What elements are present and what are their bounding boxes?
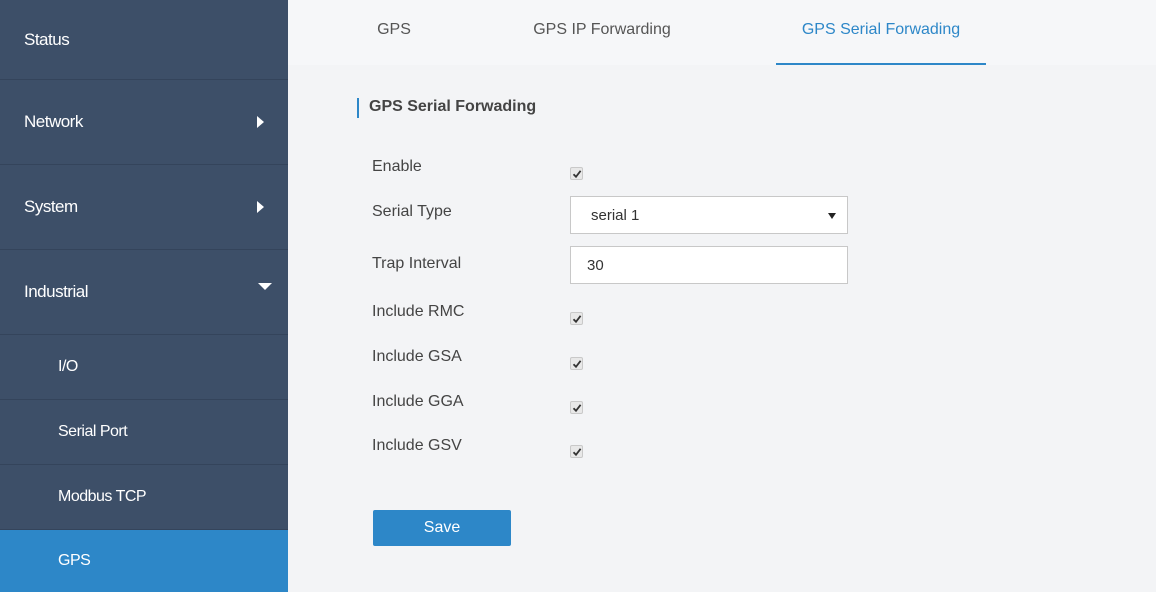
trap-interval-input[interactable]: 30 — [570, 246, 848, 284]
tab-label: GPS — [377, 21, 411, 38]
sidebar-item-system[interactable]: System — [0, 165, 288, 250]
include-gga-checkbox[interactable] — [570, 401, 583, 414]
trap-interval-label: Trap Interval — [372, 255, 462, 272]
sidebar-item-gps[interactable]: GPS — [0, 530, 288, 592]
caret-down-icon — [828, 213, 836, 219]
include-gsv-checkbox[interactable] — [570, 445, 583, 458]
trap-interval-value: 30 — [587, 257, 604, 274]
include-gsa-checkbox[interactable] — [570, 357, 583, 370]
sidebar-item-label: Status — [24, 29, 70, 49]
sidebar-item-label: Serial Port — [58, 423, 128, 440]
include-rmc-checkbox[interactable] — [570, 312, 583, 325]
sidebar-item-label: GPS — [58, 552, 91, 569]
include-gsv-label: Include GSV — [372, 437, 462, 454]
tab-gps-serial-forwading[interactable]: GPS Serial Forwading — [776, 0, 986, 65]
sidebar-item-network[interactable]: Network — [0, 80, 288, 165]
serial-type-value: serial 1 — [591, 207, 640, 224]
sidebar-item-status[interactable]: Status — [0, 0, 288, 80]
tab-label: GPS IP Forwarding — [533, 21, 671, 38]
section-accent-bar — [357, 98, 359, 118]
sidebar-item-serial-port[interactable]: Serial Port — [0, 400, 288, 465]
include-gga-label: Include GGA — [372, 393, 464, 410]
sidebar-item-industrial[interactable]: Industrial — [0, 250, 288, 335]
save-button[interactable]: Save — [373, 510, 511, 546]
tab-gps-ip-forwarding[interactable]: GPS IP Forwarding — [502, 0, 702, 65]
checkmark-icon — [572, 360, 582, 369]
checkmark-icon — [572, 170, 582, 179]
sidebar-item-modbus-tcp[interactable]: Modbus TCP — [0, 465, 288, 530]
sidebar: Status Network System Industrial I/O Ser… — [0, 0, 288, 592]
sidebar-item-label: I/O — [58, 358, 78, 375]
checkmark-icon — [572, 448, 582, 457]
serial-type-select[interactable]: serial 1 — [570, 196, 848, 234]
checkmark-icon — [572, 315, 582, 324]
tab-label: GPS Serial Forwading — [801, 21, 961, 38]
sidebar-item-label: System — [24, 197, 78, 216]
tab-gps[interactable]: GPS — [356, 0, 432, 65]
chevron-right-icon — [257, 116, 264, 128]
checkmark-icon — [572, 404, 582, 413]
serial-type-label: Serial Type — [372, 203, 452, 220]
sidebar-item-label: Modbus TCP — [58, 488, 147, 505]
sidebar-item-io[interactable]: I/O — [0, 335, 288, 400]
include-gsa-label: Include GSA — [372, 348, 462, 365]
tab-bar: GPS GPS IP Forwarding GPS Serial Forwadi… — [288, 0, 1156, 65]
sidebar-item-label: Network — [24, 112, 83, 131]
chevron-down-icon — [258, 283, 272, 290]
include-rmc-label: Include RMC — [372, 303, 465, 320]
enable-label: Enable — [372, 158, 422, 175]
enable-checkbox[interactable] — [570, 167, 583, 180]
sidebar-item-label: Industrial — [24, 282, 88, 301]
chevron-right-icon — [257, 201, 264, 213]
section-title: GPS Serial Forwading — [369, 98, 537, 115]
